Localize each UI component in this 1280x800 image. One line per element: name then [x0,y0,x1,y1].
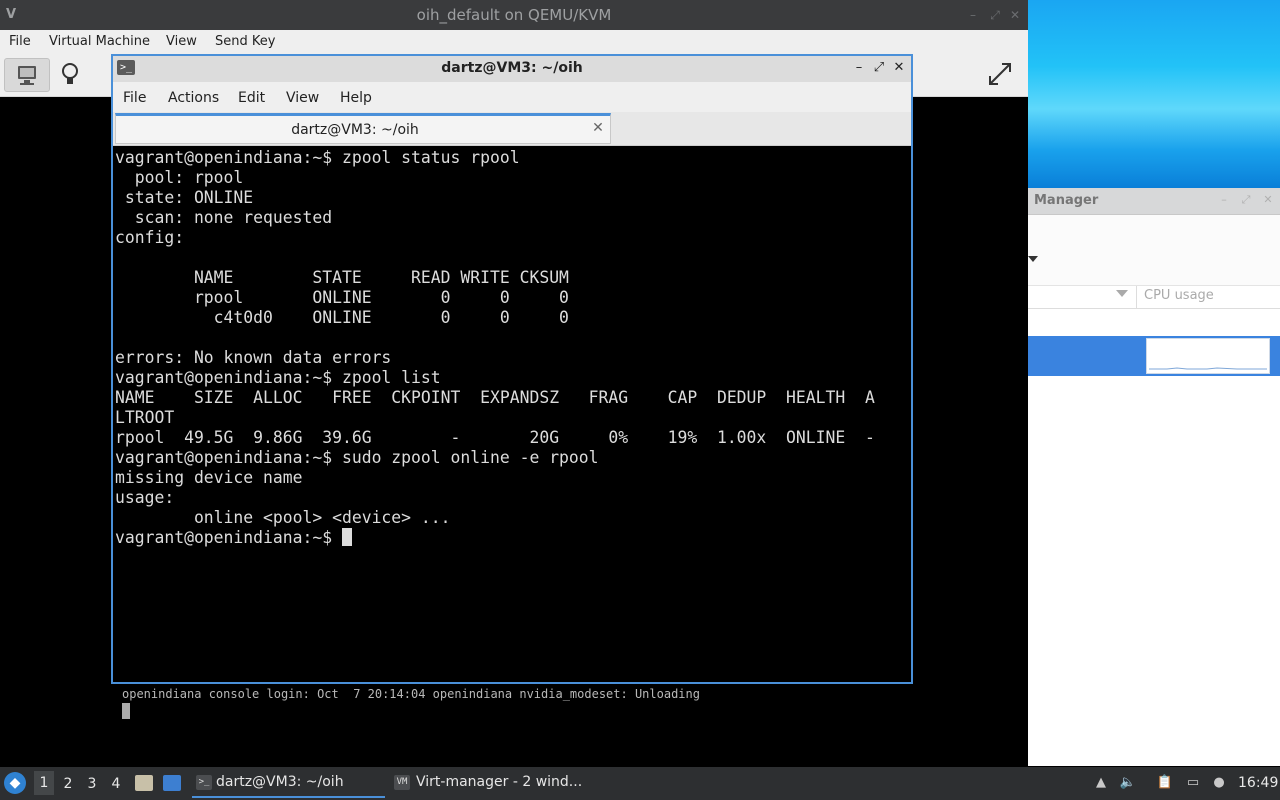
terminal-line: LTROOT [115,408,175,427]
terminal-line: config: [115,228,185,247]
clock[interactable]: 16:49 [1238,775,1278,791]
terminal-line: vagrant@openindiana:~$ sudo zpool online… [115,448,599,467]
minimize-icon[interactable]: – [966,8,980,22]
maximize-icon[interactable]: ⤢ [1240,194,1252,206]
menu-edit[interactable]: Edit [238,90,265,106]
qemu-window-title: oih_default on QEMU/KVM [416,6,612,24]
terminal-line: rpool ONLINE 0 0 0 [193,288,569,307]
file-manager-icon[interactable] [135,775,153,791]
menu-help[interactable]: Help [340,90,372,106]
taskbar: ◆ 1 2 3 4 >_ dartz@VM3: ~/oih VM Virt-ma… [0,767,1280,800]
terminal-line: vagrant@openindiana:~$ zpool list [115,368,441,387]
workspace-3[interactable]: 3 [82,776,102,792]
console-view-button[interactable] [4,58,50,92]
terminal-line: c4t0d0 ONLINE 0 0 0 [213,308,569,327]
close-icon[interactable]: ✕ [1008,8,1022,22]
terminal-line: scan: none requested [134,208,333,227]
terminal-tabbar: dartz@VM3: ~/oih ✕ [113,112,911,146]
desktop-wallpaper [1028,0,1280,188]
terminal-prompt: vagrant@openindiana:~$ [115,528,342,547]
vm-console-message: openindiana console login: Oct 7 20:14:0… [122,687,700,701]
terminal-line: vagrant@openindiana:~$ zpool status rpoo… [115,148,520,167]
menu-file[interactable]: File [9,34,31,49]
taskbar-task-label: Virt-manager - 2 wind... [416,774,583,790]
minimize-icon[interactable]: – [1218,194,1230,206]
terminal-line: online <pool> <device> ... [193,508,451,527]
cpu-usage-graph [1146,338,1270,374]
chevron-down-icon[interactable] [1028,256,1038,262]
virt-manager-titlebar[interactable]: Manager – ⤢ ✕ [1028,188,1280,215]
workspace-1[interactable]: 1 [34,771,54,795]
terminal-line: usage: [115,488,175,507]
details-view-button[interactable] [48,58,92,90]
terminal-title: dartz@VM3: ~/oih [441,60,583,76]
virt-manager-toolbar [1028,215,1280,286]
tab-close-icon[interactable]: ✕ [590,120,606,136]
workspace-2[interactable]: 2 [58,776,78,792]
close-icon[interactable]: ✕ [1262,194,1274,206]
maximize-icon[interactable]: ⤢ [988,8,1002,22]
terminal-line: errors: No known data errors [115,348,392,367]
terminal-line: missing device name [115,468,303,487]
updates-icon[interactable]: ● [1210,775,1228,791]
fullscreen-icon [989,63,1011,85]
terminal-line: NAME SIZE ALLOC FREE CKPOINT EXPANDSZ FR… [115,388,875,407]
lightbulb-icon [62,63,78,84]
virt-manager-window[interactable]: Manager – ⤢ ✕ CPU usage [1028,188,1280,766]
qemu-window-titlebar[interactable]: V oih_default on QEMU/KVM – ⤢ ✕ [0,0,1028,30]
terminal-output[interactable]: vagrant@openindiana:~$ zpool status rpoo… [113,146,911,682]
terminal-tab-label: dartz@VM3: ~/oih [291,122,419,138]
show-desktop-icon[interactable] [163,775,181,791]
menu-actions[interactable]: Actions [168,90,219,106]
qemu-menubar: File Virtual Machine View Send Key [0,30,1028,54]
column-header-cpu-usage[interactable]: CPU usage [1144,288,1214,303]
minimize-icon[interactable]: – [851,60,867,76]
terminal-line: state: ONLINE [124,188,254,207]
virt-manager-title: Manager [1034,193,1099,208]
terminal-cursor [341,528,352,546]
terminal-line: NAME STATE READ WRITE CKSUM [193,268,569,287]
network-icon[interactable]: ▭ [1184,775,1202,791]
virt-manager-icon: VM [394,775,410,790]
vm-console-cursor [122,703,130,719]
terminal-line: pool: rpool [134,168,244,187]
terminal-text: vagrant@openindiana:~$ zpool status rpoo… [115,148,875,527]
clipboard-icon[interactable]: 📋 [1156,775,1174,791]
menu-file[interactable]: File [123,90,146,106]
menu-view[interactable]: View [166,34,197,49]
start-menu-icon[interactable]: ◆ [4,772,26,794]
menu-view[interactable]: View [286,90,319,106]
volume-icon[interactable]: 🔈 [1119,775,1137,791]
fullscreen-button[interactable] [978,58,1022,90]
taskbar-task-virt-manager[interactable]: VM Virt-manager - 2 wind... [392,769,592,798]
taskbar-task-label: dartz@VM3: ~/oih [216,774,344,790]
menu-send-key[interactable]: Send Key [215,34,275,49]
terminal-window[interactable]: >_ dartz@VM3: ~/oih – ⤢ ✕ File Actions E… [111,54,913,684]
menu-virtual-machine[interactable]: Virtual Machine [49,34,150,49]
monitor-icon [18,66,36,85]
workspace-4[interactable]: 4 [106,776,126,792]
close-icon[interactable]: ✕ [891,60,907,76]
terminal-line: rpool 49.5G 9.86G 39.6G - 20G 0% 19% 1.0… [115,428,875,447]
column-divider [1136,286,1137,308]
column-sort-chevron-icon[interactable] [1116,290,1128,297]
terminal-titlebar[interactable]: >_ dartz@VM3: ~/oih – ⤢ ✕ [113,56,911,82]
terminal-icon: >_ [196,775,212,790]
tray-up-icon[interactable]: ▲ [1092,775,1110,791]
terminal-menubar: File Actions Edit View Help [113,82,911,112]
taskbar-task-terminal[interactable]: >_ dartz@VM3: ~/oih [192,769,385,798]
maximize-icon[interactable]: ⤢ [871,60,887,76]
terminal-tab[interactable]: dartz@VM3: ~/oih ✕ [115,113,611,144]
